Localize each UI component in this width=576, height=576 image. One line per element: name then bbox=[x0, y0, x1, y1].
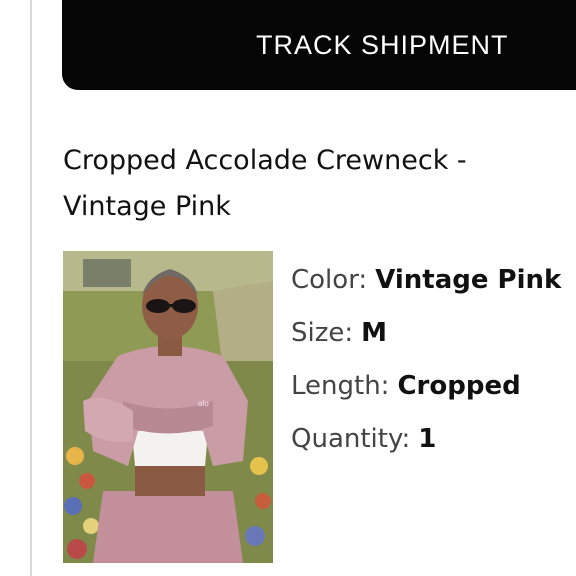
spec-size: Size: M bbox=[291, 307, 576, 360]
track-shipment-label: TRACK SHIPMENT bbox=[256, 29, 509, 60]
spec-quantity-label: Quantity: bbox=[291, 424, 411, 454]
product-image[interactable]: alo bbox=[63, 251, 273, 563]
spec-color-label: Color: bbox=[291, 265, 368, 295]
spec-length: Length: Cropped bbox=[291, 360, 576, 413]
spec-quantity: Quantity: 1 bbox=[291, 413, 576, 466]
spec-size-label: Size: bbox=[291, 318, 354, 348]
product-title: Cropped Accolade Crewneck - Vintage Pink bbox=[63, 145, 467, 222]
spec-color: Color: Vintage Pink bbox=[291, 254, 576, 307]
spec-quantity-value: 1 bbox=[418, 424, 437, 454]
spec-length-value: Cropped bbox=[397, 371, 521, 401]
spec-color-value: Vintage Pink bbox=[375, 265, 562, 295]
product-specs: Color: Vintage Pink Size: M Length: Crop… bbox=[291, 254, 576, 466]
sweater-logo: alo bbox=[198, 399, 209, 408]
left-divider bbox=[30, 0, 32, 576]
spec-size-value: M bbox=[361, 318, 388, 348]
product-photo-illustration: alo bbox=[63, 251, 273, 563]
track-shipment-button[interactable]: TRACK SHIPMENT bbox=[62, 0, 576, 90]
spec-length-label: Length: bbox=[291, 371, 390, 401]
